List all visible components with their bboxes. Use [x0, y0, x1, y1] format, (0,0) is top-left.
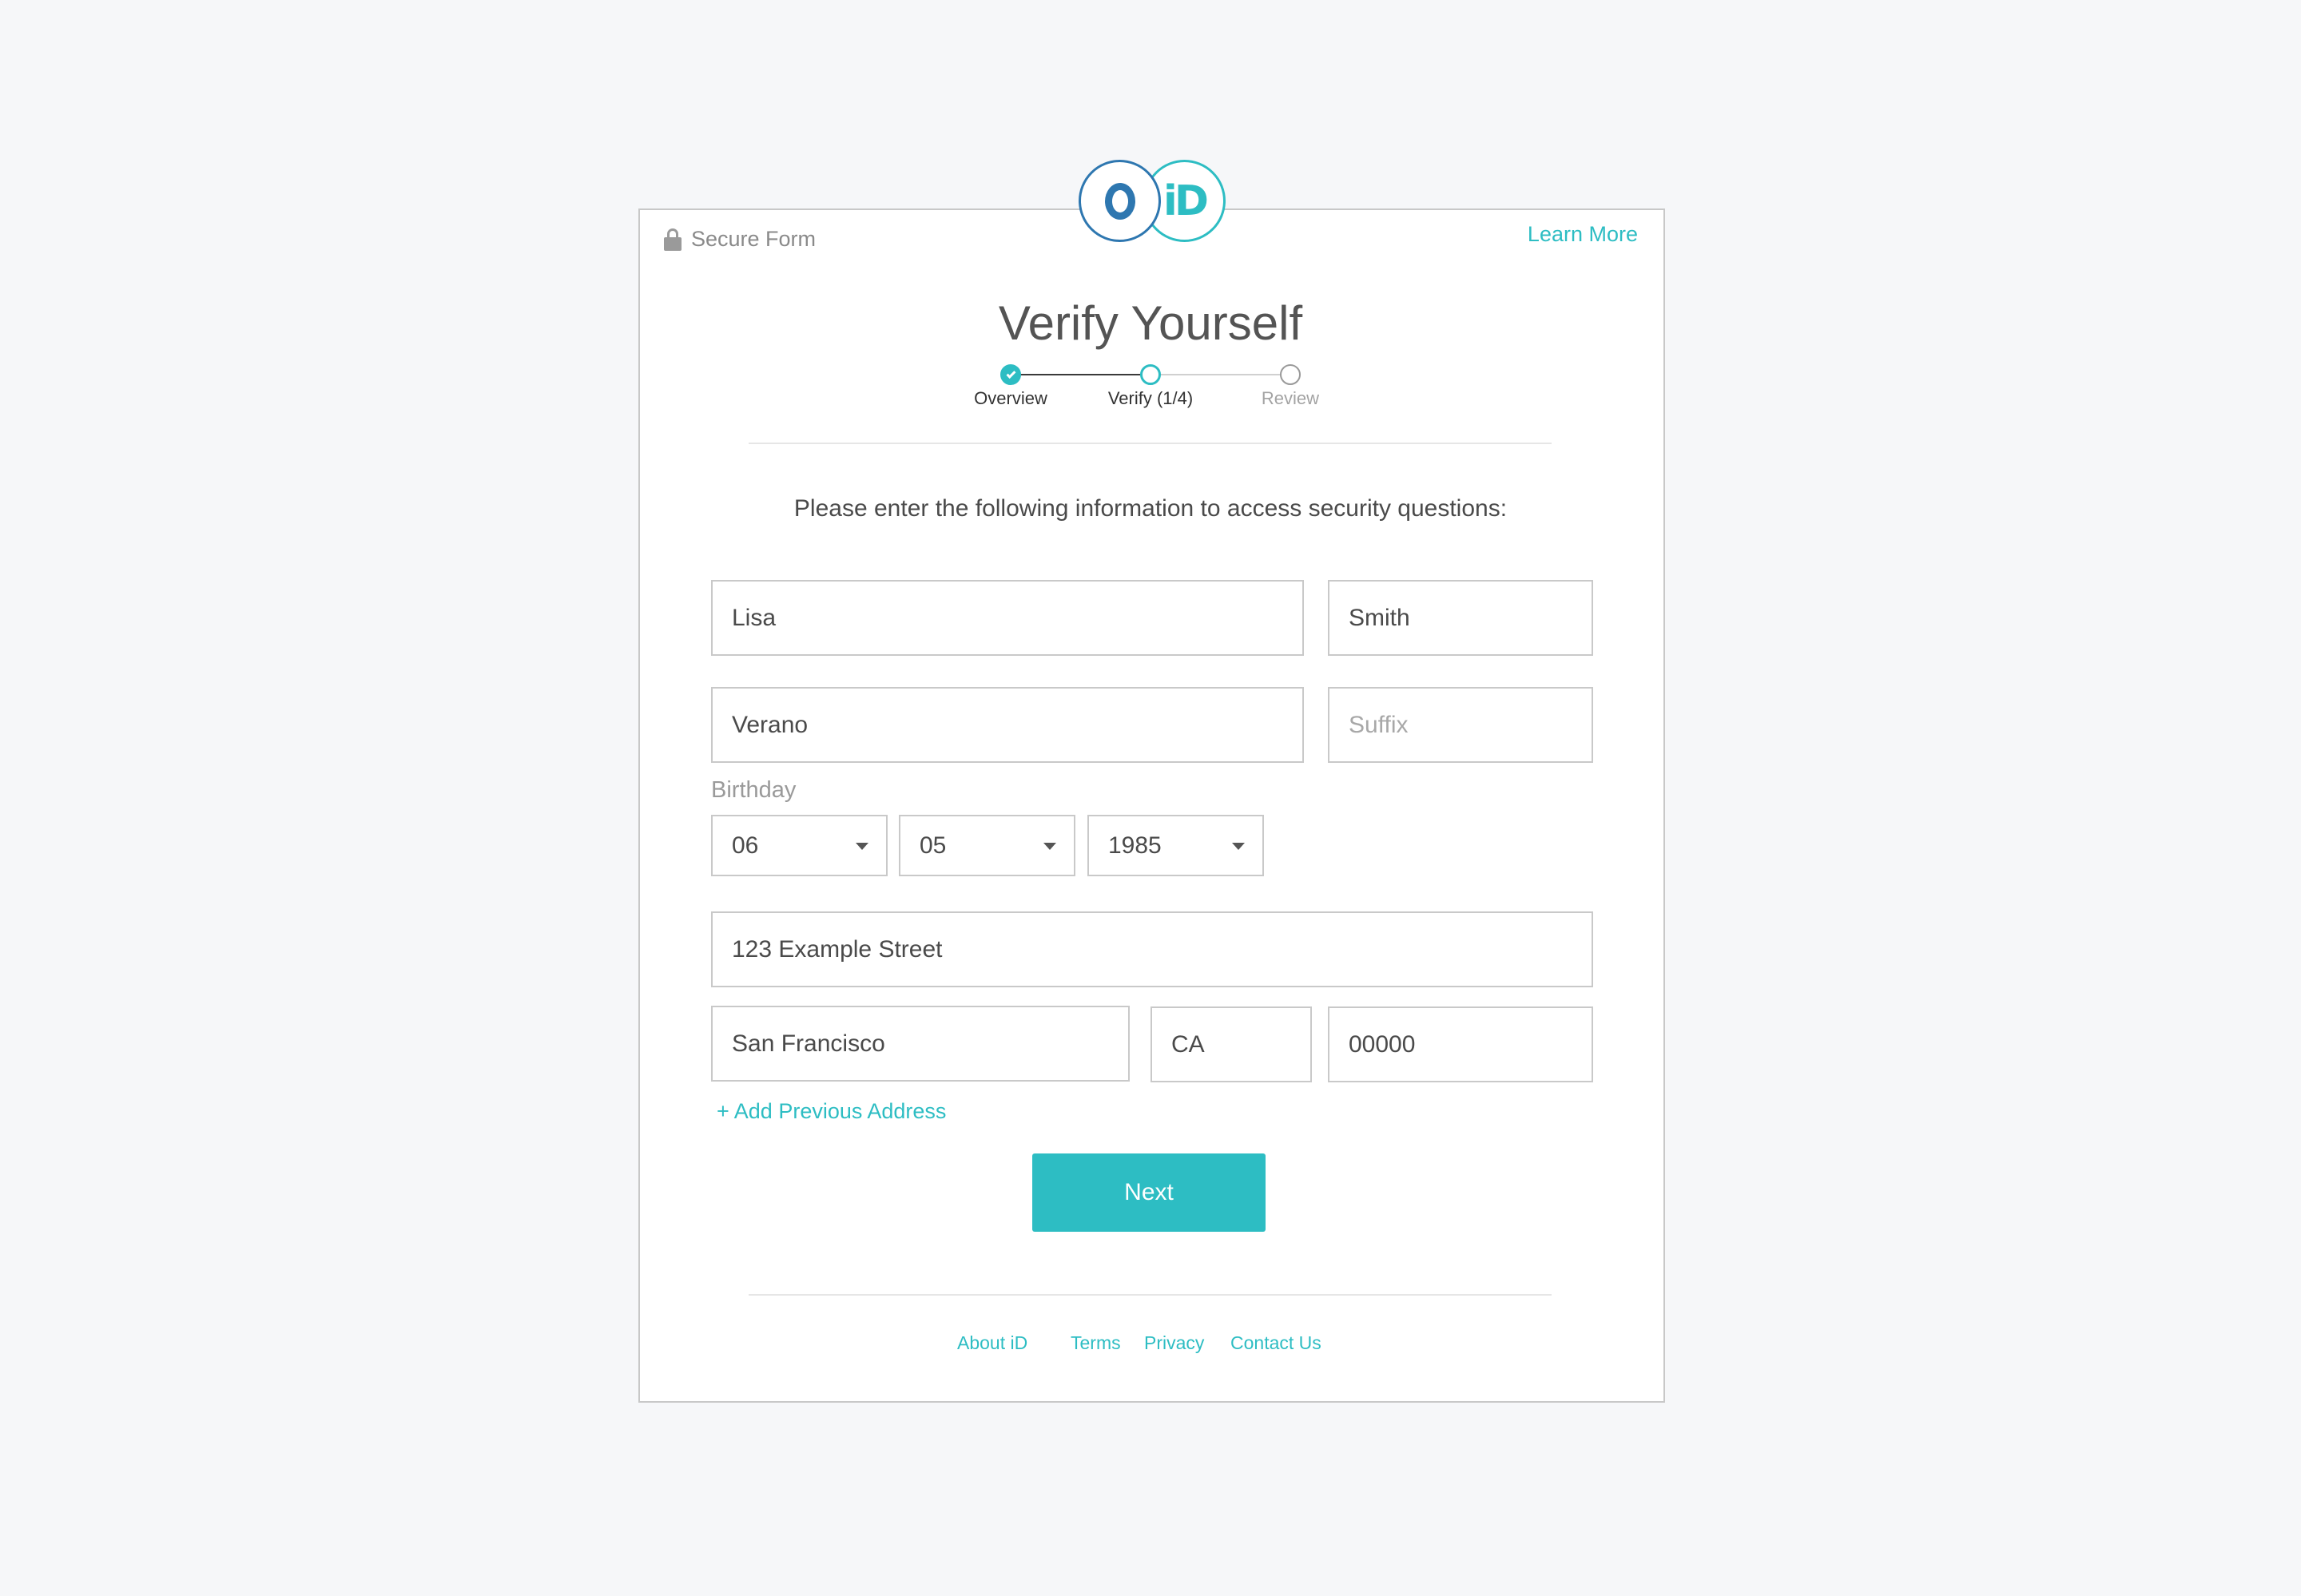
birth-year-select[interactable]: 1985: [1087, 815, 1264, 876]
instructions-text: Please enter the following information t…: [793, 495, 1508, 522]
step-complete-check-icon: [1000, 364, 1021, 385]
progress-stepper: Overview Verify (1/4) Review: [951, 359, 1350, 415]
footer-link-terms[interactable]: Terms: [1071, 1332, 1121, 1354]
lock-icon: [664, 228, 682, 251]
chevron-down-icon: [1232, 843, 1245, 850]
birth-day-select[interactable]: 05: [899, 815, 1075, 876]
chevron-down-icon: [856, 843, 868, 850]
learn-more-link[interactable]: Learn More: [1528, 222, 1638, 247]
next-button[interactable]: Next: [1032, 1153, 1266, 1232]
footer-link-about[interactable]: About iD: [957, 1332, 1027, 1354]
step-current-dot: [1140, 364, 1161, 385]
secure-form-indicator: Secure Form: [664, 227, 816, 252]
birth-month-select[interactable]: 06: [711, 815, 888, 876]
city-field[interactable]: San Francisco: [711, 1006, 1130, 1082]
middle-name-field[interactable]: Verano: [711, 687, 1304, 763]
logo-o-icon: [1079, 160, 1161, 242]
footer-link-privacy[interactable]: Privacy: [1144, 1332, 1204, 1354]
header-divider: [749, 443, 1552, 444]
footer-link-contact[interactable]: Contact Us: [1230, 1332, 1321, 1354]
birthday-label: Birthday: [711, 777, 797, 803]
step-label-overview: Overview: [974, 388, 1047, 408]
birth-month-value: 06: [732, 832, 759, 859]
step-label-verify: Verify (1/4): [1107, 388, 1194, 408]
step-upcoming-dot: [1280, 364, 1301, 385]
street-address-field[interactable]: 123 Example Street: [711, 911, 1593, 987]
stepper-line-pending: [1150, 374, 1290, 375]
page-title: Verify Yourself: [998, 296, 1303, 350]
step-label-review: Review: [1261, 388, 1320, 408]
brand-logo: iD: [1079, 160, 1226, 242]
suffix-field[interactable]: Suffix: [1328, 687, 1593, 763]
add-previous-address-link[interactable]: + Add Previous Address: [717, 1099, 946, 1124]
first-name-field[interactable]: Lisa: [711, 580, 1304, 656]
footer-divider: [749, 1294, 1552, 1296]
stepper-line-complete: [1011, 374, 1150, 375]
birth-year-value: 1985: [1108, 832, 1162, 859]
chevron-down-icon: [1043, 843, 1056, 850]
last-name-field[interactable]: Smith: [1328, 580, 1593, 656]
secure-form-label: Secure Form: [691, 227, 817, 251]
birth-day-value: 05: [920, 832, 947, 859]
zip-field[interactable]: 00000: [1328, 1006, 1593, 1082]
state-field[interactable]: CA: [1150, 1006, 1312, 1082]
